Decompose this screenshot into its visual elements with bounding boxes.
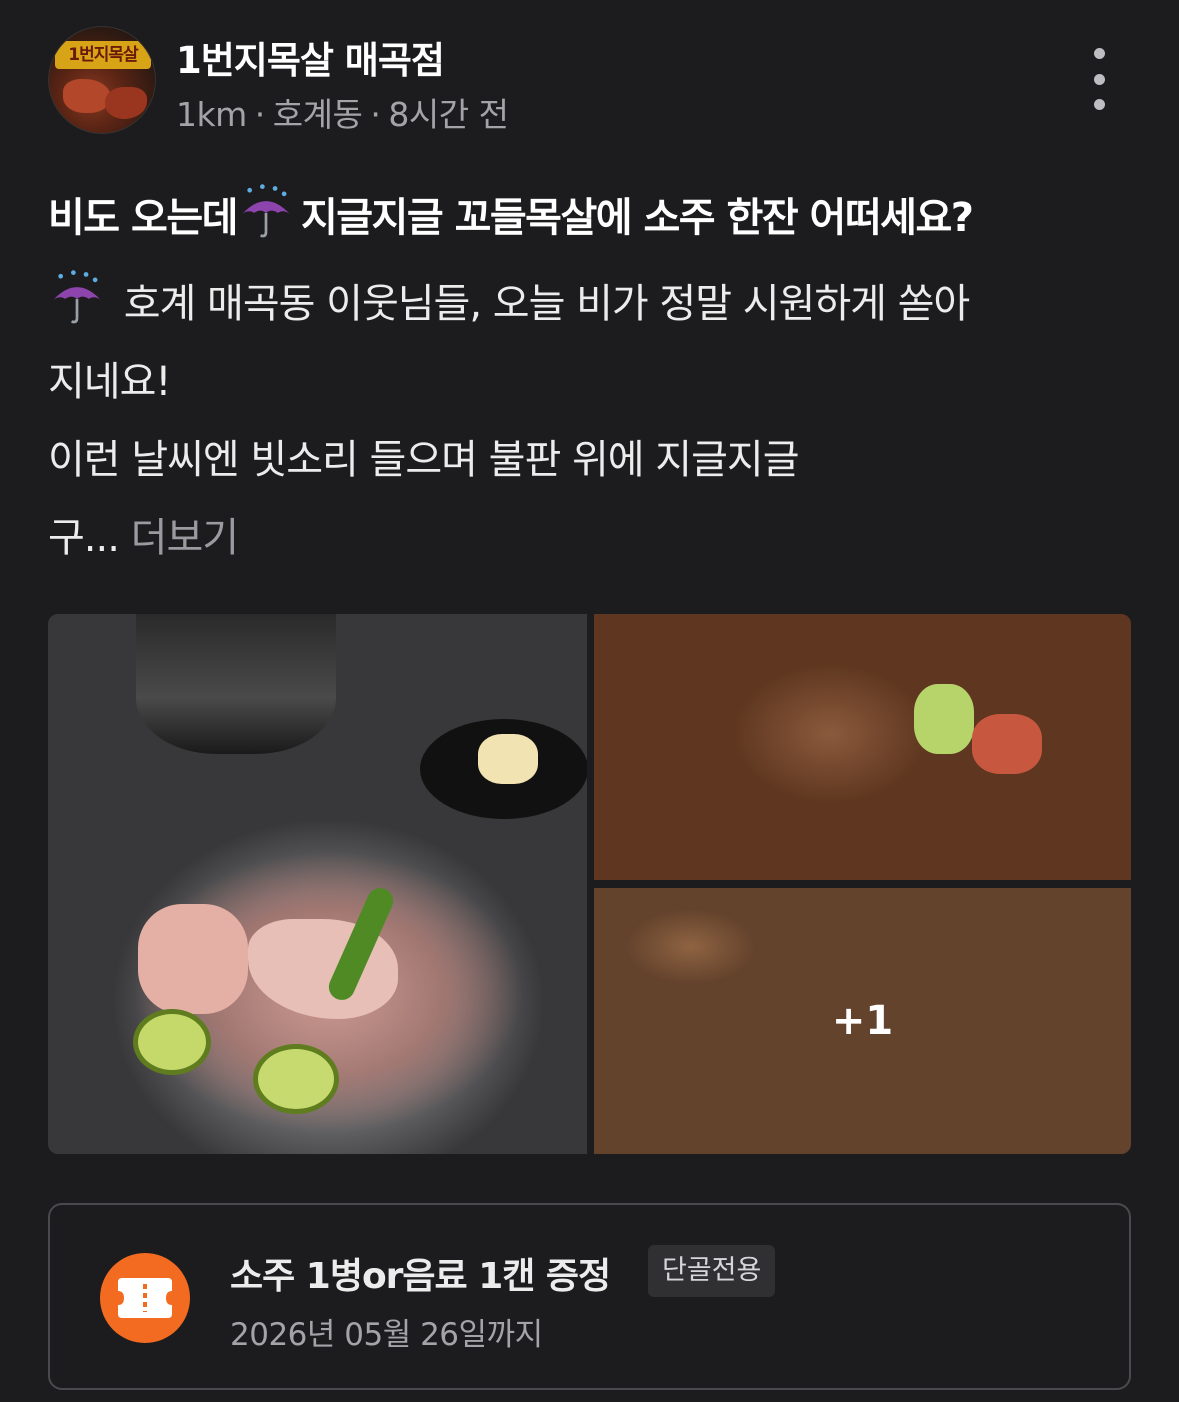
- coupon-card[interactable]: 소주 1병or음료 1캔 증정 단골전용 2026년 05월 26일까지: [48, 1203, 1131, 1390]
- photo-detail: [972, 714, 1042, 774]
- store-avatar[interactable]: 1번지목살: [48, 26, 156, 134]
- photo-grid: +1: [48, 614, 1131, 1154]
- avatar-meat-image: [105, 87, 147, 119]
- extra-photo-count: +1: [831, 998, 894, 1044]
- body-line: 지네요!: [48, 359, 171, 405]
- avatar-logo-text: 1번지목살: [55, 41, 151, 69]
- read-more-link[interactable]: 더보기: [131, 515, 239, 561]
- distance: 1km: [176, 95, 247, 134]
- more-dot: [1093, 48, 1105, 59]
- title-text-after: 지글지글 꼬들목살에 소주 한잔 어떠세요?: [300, 195, 974, 241]
- post-title[interactable]: 비도 오는데 지글지글 꼬들목살에 소주 한잔 어떠세요?: [48, 183, 974, 243]
- photo-detail: [253, 1044, 339, 1114]
- more-dot: [1093, 99, 1105, 110]
- umbrella-with-rain-icon: [242, 184, 290, 238]
- more-dot: [1093, 73, 1105, 85]
- store-name[interactable]: 1번지목살 매곡점: [176, 30, 445, 84]
- separator-dot: ·: [370, 95, 381, 134]
- separator-dot: ·: [254, 95, 266, 134]
- body-text: 구...: [48, 515, 120, 561]
- coupon-title: 소주 1병or음료 1캔 증정: [230, 1256, 611, 1297]
- post-body[interactable]: 호계 매곡동 이웃님들, 오늘 비가 정말 시원하게 쏟아 지네요! 이런 날씨…: [48, 265, 1131, 577]
- body-text: 호계 매곡동 이웃님들, 오늘 비가 정말 시원하게 쏟아: [123, 281, 971, 327]
- photo-grilled-pork-neck[interactable]: [48, 614, 587, 1154]
- title-text-before: 비도 오는데: [48, 195, 238, 241]
- umbrella-with-rain-icon: [53, 270, 101, 324]
- post-header: 1번지목살 1번지목살 매곡점 1km · 호계동 · 8시간 전: [48, 26, 1131, 136]
- body-line: 이런 날씨엔 빗소리 들으며 불판 위에 지글지글: [48, 437, 800, 483]
- coupon-expiry: 2026년 05월 26일까지: [230, 1317, 543, 1353]
- neighborhood: 호계동: [272, 95, 363, 134]
- photo-detail: [133, 1009, 211, 1075]
- photo-detail: [136, 614, 336, 754]
- photo-detail: [478, 734, 538, 784]
- avatar-meat-image: [63, 79, 111, 113]
- more-options-icon[interactable]: [1087, 48, 1111, 110]
- photo-grilled-pieces[interactable]: +1: [594, 888, 1131, 1154]
- photo-perilla-wrap[interactable]: [594, 614, 1131, 880]
- body-line: 호계 매곡동 이웃님들, 오늘 비가 정말 시원하게 쏟아: [48, 265, 1131, 343]
- body-line: 구... 더보기: [48, 499, 1131, 577]
- time-ago: 8시간 전: [388, 95, 509, 134]
- ticket-icon-glyph: [118, 1278, 172, 1318]
- coupon-tag-badge: 단골전용: [648, 1245, 776, 1297]
- post-meta: 1km · 호계동 · 8시간 전: [176, 88, 509, 136]
- photo-detail: [914, 684, 974, 754]
- ticket-icon: [100, 1253, 190, 1343]
- photo-detail: [138, 904, 248, 1014]
